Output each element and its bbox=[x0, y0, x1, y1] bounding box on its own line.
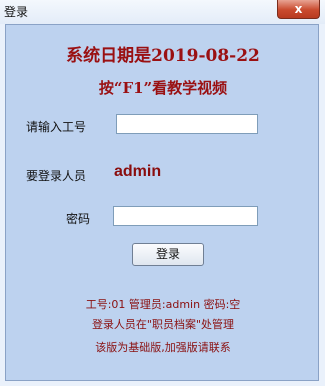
close-icon: x bbox=[294, 2, 303, 16]
login-user-label: 要登录人员 bbox=[26, 169, 87, 183]
login-panel: 系统日期是2019-08-22 按“F1”看教学视频 请输入工号 要登录人员 a… bbox=[5, 24, 319, 381]
login-user-value: admin bbox=[114, 163, 162, 180]
login-window: 登录 x 系统日期是2019-08-22 按“F1”看教学视频 请输入工号 要登… bbox=[0, 0, 325, 386]
window-title: 登录 bbox=[4, 5, 29, 19]
default-credentials-note: 工号:01 管理员:admin 密码:空 bbox=[85, 298, 241, 311]
system-date-label: 系统日期是2019-08-22 bbox=[66, 46, 260, 66]
staff-management-note: 登录人员在"职员档案"处管理 bbox=[91, 318, 235, 331]
f1-tutorial-tip: 按“F1”看教学视频 bbox=[98, 79, 228, 97]
login-button[interactable]: 登录 bbox=[132, 243, 204, 266]
password-label: 密码 bbox=[66, 212, 91, 226]
password-input[interactable] bbox=[113, 206, 258, 226]
edition-note: 该版为基础版,加强版请联系 bbox=[95, 341, 231, 354]
employee-id-input[interactable] bbox=[116, 114, 258, 134]
title-bar[interactable]: 登录 x bbox=[0, 0, 325, 24]
employee-id-label: 请输入工号 bbox=[26, 120, 87, 134]
close-button[interactable]: x bbox=[277, 0, 320, 19]
